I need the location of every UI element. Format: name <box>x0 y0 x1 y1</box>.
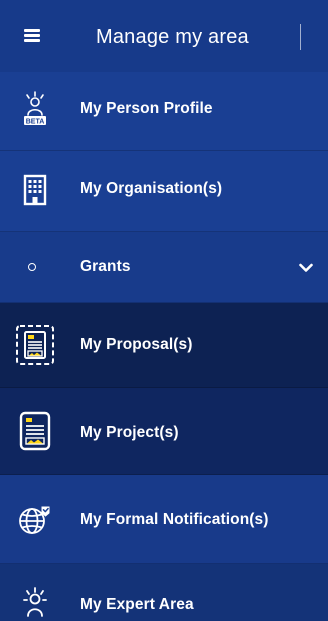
beta-person-profile-icon: BETA <box>13 88 57 132</box>
sidebar-item-grants[interactable]: Grants <box>0 232 328 303</box>
sidebar-item-formal-notifications[interactable]: My Formal Notification(s) <box>0 475 328 564</box>
sidebar-item-projects[interactable]: My Project(s) <box>0 388 328 475</box>
building-icon <box>13 168 57 212</box>
sidebar-item-organisations[interactable]: My Organisation(s) <box>0 151 328 232</box>
sidebar-item-label: My Person Profile <box>80 100 213 117</box>
sidebar-item-label: Grants <box>80 258 131 275</box>
sidebar: Manage my area BETA My Person Profile My… <box>0 0 328 621</box>
sidebar-item-label: My Formal Notification(s) <box>80 511 269 528</box>
sidebar-item-proposals[interactable]: My Proposal(s) <box>0 303 328 388</box>
sidebar-header: Manage my area <box>0 0 328 72</box>
sidebar-item-label: My Organisation(s) <box>80 180 223 197</box>
proposal-document-icon <box>13 323 57 367</box>
chevron-down-icon[interactable] <box>299 260 313 272</box>
header-divider <box>300 24 301 50</box>
sidebar-item-expert-area[interactable]: My Expert Area <box>0 564 328 621</box>
sidebar-item-label: My Expert Area <box>80 596 194 613</box>
sidebar-title: Manage my area <box>96 26 249 48</box>
sidebar-item-person-profile[interactable]: BETA My Person Profile <box>0 72 328 151</box>
hamburger-menu-icon[interactable] <box>24 28 40 42</box>
project-document-icon <box>13 409 57 453</box>
bullet-circle-icon <box>28 263 36 271</box>
beta-badge: BETA <box>26 118 45 125</box>
globe-notification-icon <box>13 497 57 541</box>
sidebar-item-label: My Proposal(s) <box>80 336 193 353</box>
sidebar-item-label: My Project(s) <box>80 424 179 441</box>
sidebar-menu: BETA My Person Profile My Organisation(s… <box>0 72 328 621</box>
expert-icon <box>13 578 57 621</box>
